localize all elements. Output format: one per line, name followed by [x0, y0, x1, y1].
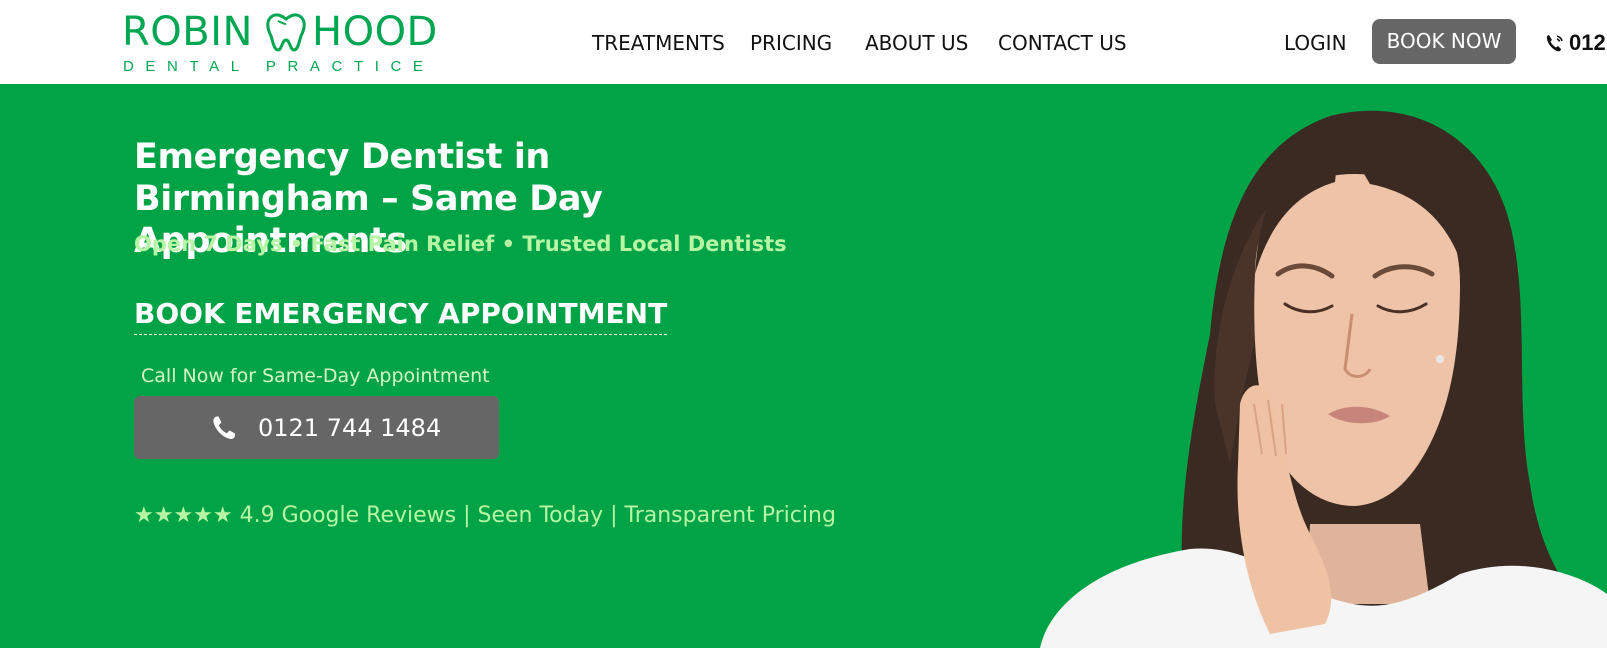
phone-icon [213, 416, 235, 439]
main-nav: TREATMENTS PRICING ABOUT US CONTACT US [0, 30, 1200, 56]
logo-tagline: DENTAL PRACTICE [123, 58, 435, 75]
nav-item-pricing[interactable]: PRICING [750, 30, 832, 56]
login-link[interactable]: LOGIN [1284, 30, 1347, 56]
call-phone-number: 0121 744 1484 [258, 414, 442, 442]
hero-section: Emergency Dentist in Birmingham – Same D… [0, 84, 1607, 648]
nav-item-about-us[interactable]: ABOUT US [865, 30, 968, 56]
hero-subtitle: Open 7 Days • Fast Pain Relief • Trusted… [134, 232, 787, 256]
site-header: ROBIN HOOD DENTAL PRACTICE TREATMENTS PR… [0, 0, 1607, 84]
call-phone-button[interactable]: 0121 744 1484 [134, 396, 499, 459]
reviews-line: ★★★★★ 4.9 Google Reviews | Seen Today | … [134, 503, 836, 528]
nav-item-treatments[interactable]: TREATMENTS [592, 30, 725, 56]
nav-item-contact-us[interactable]: CONTACT US [998, 30, 1127, 56]
page-divider [0, 648, 1607, 660]
book-emergency-heading[interactable]: BOOK EMERGENCY APPOINTMENT [134, 296, 668, 335]
woman-toothache-photo [1040, 110, 1607, 648]
book-now-button[interactable]: BOOK NOW [1372, 19, 1516, 64]
call-now-label: Call Now for Same-Day Appointment [141, 365, 490, 387]
phone-ringing-icon [1546, 35, 1563, 52]
header-phone-number: 012 [1569, 30, 1606, 55]
